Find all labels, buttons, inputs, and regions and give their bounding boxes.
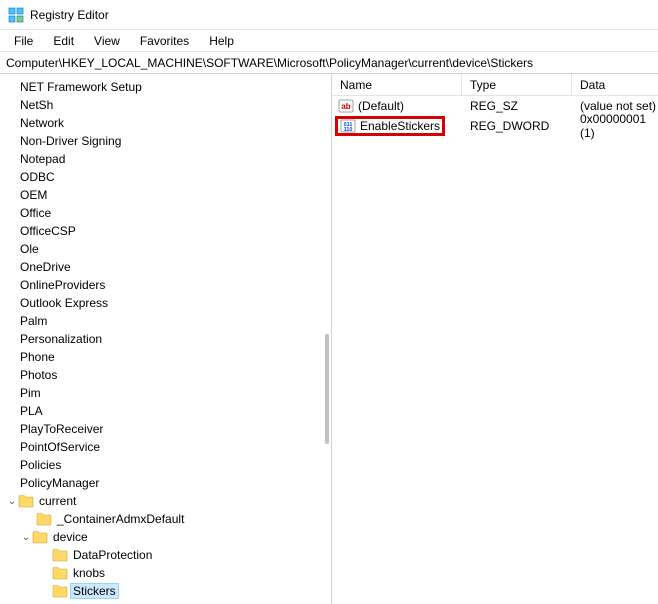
col-header-type[interactable]: Type xyxy=(462,74,572,95)
chevron-down-icon[interactable]: ⌄ xyxy=(6,496,18,507)
value-name: EnableStickers xyxy=(360,119,440,133)
menu-help[interactable]: Help xyxy=(199,32,244,50)
tree-item[interactable]: OfficeCSP xyxy=(6,222,331,240)
tree-item-stickers[interactable]: Stickers xyxy=(6,582,331,600)
tree-label: PointOfService xyxy=(18,440,102,454)
tree-label: Policies xyxy=(18,458,63,472)
value-type: REG_DWORD xyxy=(462,119,572,133)
col-header-name[interactable]: Name xyxy=(332,74,462,95)
tree-item[interactable]: Outlook Express xyxy=(6,294,331,312)
tree-item[interactable]: NET Framework Setup xyxy=(6,78,331,96)
tree-pane[interactable]: NET Framework Setup NetSh Network Non-Drive… xyxy=(0,74,332,604)
tree-label: Photos xyxy=(18,368,59,382)
tree-label: Office xyxy=(18,206,53,220)
value-type: REG_SZ xyxy=(462,99,572,113)
reg-string-icon: ab xyxy=(338,98,354,114)
address-text: Computer\HKEY_LOCAL_MACHINE\SOFTWARE\Mic… xyxy=(6,56,533,70)
tree-label: OneDrive xyxy=(18,260,73,274)
column-headers: Name Type Data xyxy=(332,74,658,96)
tree-item[interactable]: OneDrive xyxy=(6,258,331,276)
tree-label: NET Framework Setup xyxy=(18,80,144,94)
tree-label: Stickers xyxy=(71,584,118,598)
tree-label: Ole xyxy=(18,242,41,256)
tree-item[interactable]: knobs xyxy=(6,564,331,582)
folder-icon xyxy=(18,494,34,508)
tree-item[interactable]: Phone xyxy=(6,348,331,366)
tree-item[interactable]: Non-Driver Signing xyxy=(6,132,331,150)
tree-label: OfficeCSP xyxy=(18,224,78,238)
tree-label: knobs xyxy=(71,566,107,580)
highlight-box: 011110 EnableStickers xyxy=(335,116,445,136)
folder-icon xyxy=(52,548,68,562)
folder-icon xyxy=(52,584,68,598)
tree-item[interactable]: PointOfService xyxy=(6,438,331,456)
tree-item[interactable]: OnlineProviders xyxy=(6,276,331,294)
tree-item[interactable]: Policies xyxy=(6,456,331,474)
address-bar[interactable]: Computer\HKEY_LOCAL_MACHINE\SOFTWARE\Mic… xyxy=(0,52,658,74)
tree-item[interactable]: Palm xyxy=(6,312,331,330)
tree-label: Network xyxy=(18,116,66,130)
tree-item[interactable]: Personalization xyxy=(6,330,331,348)
tree-label: Personalization xyxy=(18,332,104,346)
col-header-data[interactable]: Data xyxy=(572,74,658,95)
tree-label: PolicyManager xyxy=(18,476,101,490)
tree-item-current[interactable]: ⌄ current xyxy=(6,492,331,510)
tree-label: Notepad xyxy=(18,152,67,166)
tree-item[interactable]: Notepad xyxy=(6,150,331,168)
folder-icon xyxy=(52,566,68,580)
value-data: (value not set) xyxy=(572,99,658,113)
window-title: Registry Editor xyxy=(30,8,109,22)
reg-dword-icon: 011110 xyxy=(340,118,356,134)
menu-edit[interactable]: Edit xyxy=(43,32,84,50)
tree-label: device xyxy=(51,530,90,544)
tree-item[interactable]: Photos xyxy=(6,366,331,384)
menu-file[interactable]: File xyxy=(4,32,43,50)
values-pane[interactable]: Name Type Data ab (Default) REG_SZ(value n… xyxy=(332,74,658,604)
tree-label: PLA xyxy=(18,404,45,418)
tree-label: current xyxy=(37,494,78,508)
tree-label: PlayToReceiver xyxy=(18,422,105,436)
tree-label: OEM xyxy=(18,188,49,202)
menu-view[interactable]: View xyxy=(84,32,130,50)
tree-item[interactable]: PolicyManager xyxy=(6,474,331,492)
tree-item[interactable]: Ole xyxy=(6,240,331,258)
regedit-icon xyxy=(8,7,24,23)
tree-label: NetSh xyxy=(18,98,55,112)
tree-item-device[interactable]: ⌄ device xyxy=(6,528,331,546)
svg-text:ab: ab xyxy=(341,102,350,111)
menubar: File Edit View Favorites Help xyxy=(0,30,658,52)
folder-icon xyxy=(32,530,48,544)
value-name: (Default) xyxy=(358,99,404,113)
main-area: NET Framework Setup NetSh Network Non-Drive… xyxy=(0,74,658,604)
titlebar: Registry Editor xyxy=(0,0,658,30)
tree-label: Palm xyxy=(18,314,49,328)
chevron-down-icon[interactable]: ⌄ xyxy=(20,532,32,543)
tree-label: _ContainerAdmxDefault xyxy=(55,512,186,526)
tree-item[interactable]: Office xyxy=(6,204,331,222)
tree-item[interactable]: Network xyxy=(6,114,331,132)
tree-label: OnlineProviders xyxy=(18,278,107,292)
tree-item[interactable]: ODBC xyxy=(6,168,331,186)
tree-item[interactable]: NetSh xyxy=(6,96,331,114)
menu-favorites[interactable]: Favorites xyxy=(130,32,199,50)
tree-label: ODBC xyxy=(18,170,57,184)
tree-item[interactable]: DataProtection xyxy=(6,546,331,564)
tree-label: Pim xyxy=(18,386,43,400)
tree-item[interactable]: OEM xyxy=(6,186,331,204)
tree-item[interactable]: Pim xyxy=(6,384,331,402)
svg-text:110: 110 xyxy=(344,127,353,133)
tree-item[interactable]: PlayToReceiver xyxy=(6,420,331,438)
tree-label: Outlook Express xyxy=(18,296,110,310)
value-data: 0x00000001 (1) xyxy=(572,112,658,140)
value-row[interactable]: 011110EnableStickersREG_DWORD0x00000001 … xyxy=(332,116,658,136)
tree-item[interactable]: _ContainerAdmxDefault xyxy=(6,510,331,528)
folder-icon xyxy=(36,512,52,526)
tree-label: Non-Driver Signing xyxy=(18,134,123,148)
tree-item[interactable]: PLA xyxy=(6,402,331,420)
scrollbar-thumb[interactable] xyxy=(325,334,329,444)
tree-label: Phone xyxy=(18,350,57,364)
tree-label: DataProtection xyxy=(71,548,154,562)
